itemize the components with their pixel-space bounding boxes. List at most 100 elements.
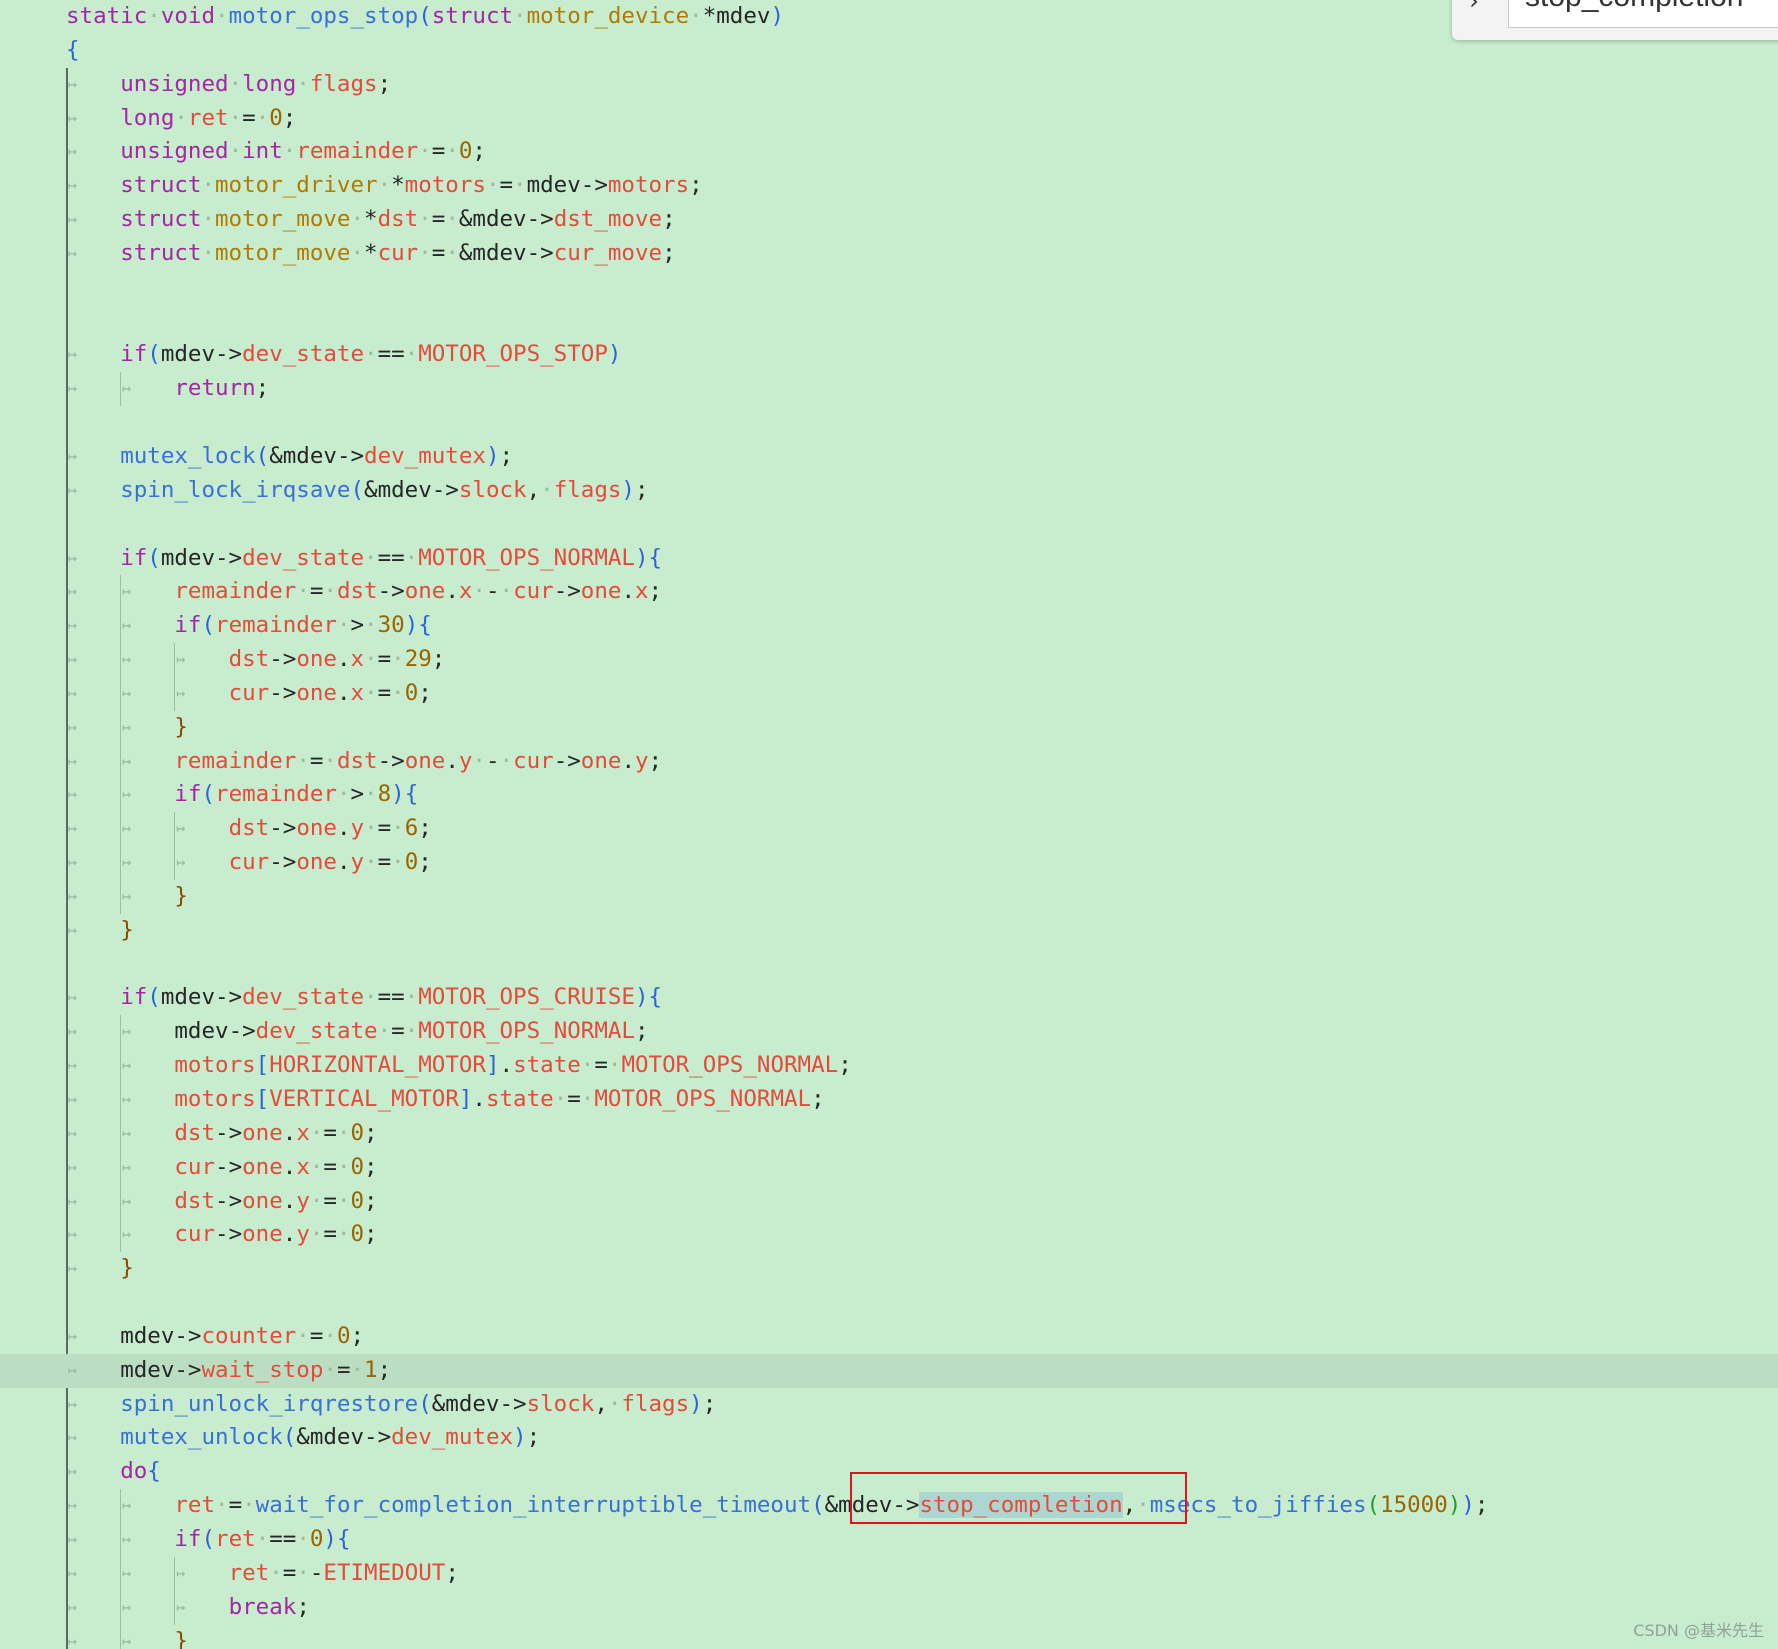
code-line[interactable]: [0, 508, 1778, 542]
code-text: cur->one.x·=·0;: [174, 1153, 378, 1180]
code-line[interactable]: ↦ mdev->wait_stop·=·1;: [0, 1353, 1778, 1388]
code-line[interactable]: ↦ if(mdev->dev_state·==·MOTOR_OPS_STOP): [0, 338, 1778, 372]
code-line[interactable]: [0, 1286, 1778, 1320]
tab-arrow-icon: ↦: [68, 1597, 78, 1616]
tab-arrow-icon: ↦: [122, 1529, 132, 1548]
code-text: mdev->dev_state·=·MOTOR_OPS_NORMAL;: [174, 1018, 649, 1045]
code-line[interactable]: ↦ ↦}: [0, 1624, 1778, 1649]
tab-arrow-icon: ↦: [68, 616, 78, 635]
code-text: }: [174, 713, 188, 740]
tab-arrow-icon: ↦: [68, 379, 78, 398]
code-line[interactable]: ↦ long·ret·=·0;: [0, 102, 1778, 136]
tab-arrow-icon: ↦: [68, 1462, 78, 1481]
code-line[interactable]: ↦}: [0, 914, 1778, 948]
code-editor[interactable]: static·void·motor_ops_stop(struct·motor_…: [0, 0, 1778, 1649]
code-line[interactable]: [0, 305, 1778, 339]
code-line[interactable]: ↦ if(mdev->dev_state·==·MOTOR_OPS_CRUISE)…: [0, 981, 1778, 1015]
code-line[interactable]: ↦ ↦ cur->one.x·=·0;: [0, 1150, 1778, 1185]
code-line[interactable]: ↦ spin_lock_irqsave(&mdev->slock,·flags);: [0, 474, 1778, 508]
code-line[interactable]: ↦ ↦ ↦ break;: [0, 1590, 1778, 1625]
code-text: if(mdev->dev_state·==·MOTOR_OPS_CRUISE){: [120, 984, 663, 1011]
tab-arrow-icon: ↦: [68, 1428, 78, 1447]
tab-arrow-icon: ↦: [122, 1563, 132, 1582]
code-text: motors[VERTICAL_MOTOR].state·=·MOTOR_OPS…: [174, 1086, 825, 1112]
tab-arrow-icon: ↦: [68, 717, 78, 736]
code-line[interactable]: ↦}: [0, 1252, 1778, 1286]
code-line[interactable]: ↦ ↦ ↦ ret·=·-ETIMEDOUT;: [0, 1556, 1778, 1591]
tab-arrow-icon: ↦: [68, 1022, 78, 1041]
code-text: long·ret·=·0;: [120, 104, 297, 131]
code-line[interactable]: [0, 948, 1778, 982]
code-text: dst->one.y·=·0;: [174, 1187, 378, 1214]
code-line[interactable]: ↦ ↦ motors[VERTICAL_MOTOR].state·=·MOTOR_O…: [0, 1083, 1778, 1117]
code-line[interactable]: ↦ ↦ remainder·=·dst->one.y·-·cur->one.y;: [0, 744, 1778, 779]
code-line[interactable]: ↦ ↦ dst->one.y·=·0;: [0, 1184, 1778, 1219]
code-line[interactable]: ↦ mutex_lock(&mdev->dev_mutex);: [0, 440, 1778, 474]
code-line[interactable]: ↦ ↦ ↦ cur->one.x·=·0;: [0, 676, 1778, 711]
find-input[interactable]: stop_completion: [1508, 0, 1778, 28]
code-text: break;: [228, 1593, 310, 1620]
code-line[interactable]: ↦ unsigned·long·flags;: [0, 68, 1778, 102]
tab-arrow-icon: ↦: [68, 1631, 78, 1649]
code-line[interactable]: ↦ ↦ remainder·=·dst->one.x·-·cur->one.x;: [0, 575, 1778, 610]
code-line[interactable]: ↦ struct·motor_driver·*motors·=·mdev->mot…: [0, 169, 1778, 203]
indent-guide: [174, 812, 176, 847]
tab-arrow-icon: ↦: [68, 886, 78, 905]
code-line[interactable]: ↦ spin_unlock_irqrestore(&mdev->slock,·fl…: [0, 1388, 1778, 1422]
tab-arrow-icon: ↦: [68, 243, 78, 262]
code-line[interactable]: ↦ struct·motor_move·*dst·=·&mdev->dst_mov…: [0, 203, 1778, 237]
code-line[interactable]: ↦ ↦ motors[HORIZONTAL_MOTOR].state·=·MOTOR…: [0, 1049, 1778, 1083]
tab-arrow-icon: ↦: [122, 1056, 132, 1075]
code-line[interactable]: ↦ ↦ dst->one.x·=·0;: [0, 1116, 1778, 1151]
tab-arrow-icon: ↦: [176, 853, 186, 872]
code-text: remainder·=·dst->one.y·-·cur->one.y;: [174, 747, 663, 774]
code-text: spin_lock_irqsave(&mdev->slock,·flags);: [120, 476, 649, 503]
code-line[interactable]: ↦ ↦ mdev->dev_state·=·MOTOR_OPS_NORMAL;: [0, 1015, 1778, 1050]
indent-guide: [120, 710, 122, 745]
indent-guide: [120, 879, 122, 914]
code-line[interactable]: ↦ struct·motor_move·*cur·=·&mdev->cur_mov…: [0, 237, 1778, 271]
code-area[interactable]: static·void·motor_ops_stop(struct·motor_…: [0, 0, 1778, 1649]
code-line[interactable]: ↦ ↦ ↦ cur->one.y·=·0;: [0, 846, 1778, 880]
tab-arrow-icon: ↦: [68, 582, 78, 601]
code-line[interactable]: ↦ ↦ return;: [0, 372, 1778, 407]
tab-arrow-icon: ↦: [68, 446, 78, 465]
code-line[interactable]: ↦ ↦ ↦ dst->one.x·=·29;: [0, 643, 1778, 677]
indent-guide: [120, 676, 122, 711]
code-line[interactable]: ↦ mdev->counter·=·0;: [0, 1320, 1778, 1354]
chevron-right-icon[interactable]: ›: [1462, 0, 1486, 13]
code-text: remainder·=·dst->one.x·-·cur->one.x;: [174, 578, 663, 605]
tab-arrow-icon: ↦: [122, 1157, 132, 1176]
code-line[interactable]: [0, 406, 1778, 440]
code-line[interactable]: ↦ ↦}: [0, 710, 1778, 745]
tab-arrow-icon: ↦: [122, 1191, 132, 1210]
code-text: cur->one.y·=·0;: [174, 1221, 378, 1248]
indent-guide: [120, 1624, 122, 1649]
code-line[interactable]: ↦ unsigned·int·remainder·=·0;: [0, 135, 1778, 169]
tab-arrow-icon: ↦: [122, 886, 132, 905]
code-line[interactable]: ↦ mutex_unlock(&mdev->dev_mutex);: [0, 1421, 1778, 1455]
code-line[interactable]: ↦ ↦}: [0, 879, 1778, 914]
tab-arrow-icon: ↦: [176, 1597, 186, 1616]
code-text: ret·=·-ETIMEDOUT;: [228, 1559, 459, 1586]
code-line[interactable]: [0, 271, 1778, 305]
code-text: return;: [174, 375, 270, 402]
indent-guide: [120, 643, 122, 677]
tab-arrow-icon: ↦: [68, 142, 78, 161]
code-line[interactable]: ↦ ↦ ↦ dst->one.y·=·6;: [0, 812, 1778, 847]
code-text: }: [120, 916, 134, 943]
code-text: if(mdev->dev_state·==·MOTOR_OPS_NORMAL){: [120, 544, 663, 571]
code-text: mutex_lock(&mdev->dev_mutex);: [120, 442, 514, 469]
code-text: dst->one.y·=·6;: [228, 815, 432, 842]
code-line[interactable]: ↦ ↦ if(remainder·>·8){: [0, 778, 1778, 813]
indent-guide: [174, 1590, 176, 1625]
code-text: if(remainder·>·8){: [174, 781, 419, 808]
tab-arrow-icon: ↦: [122, 1496, 132, 1515]
code-line[interactable]: ↦ ↦ cur->one.y·=·0;: [0, 1218, 1778, 1253]
tab-arrow-icon: ↦: [68, 819, 78, 838]
code-line[interactable]: ↦ ↦ if(remainder·>·30){: [0, 609, 1778, 644]
code-text: struct·motor_move·*cur·=·&mdev->cur_move…: [120, 239, 676, 266]
code-line[interactable]: ↦ if(mdev->dev_state·==·MOTOR_OPS_NORMAL)…: [0, 542, 1778, 576]
tab-arrow-icon: ↦: [68, 1259, 78, 1278]
code-line[interactable]: ↦ ↦ if(ret·==·0){: [0, 1522, 1778, 1557]
